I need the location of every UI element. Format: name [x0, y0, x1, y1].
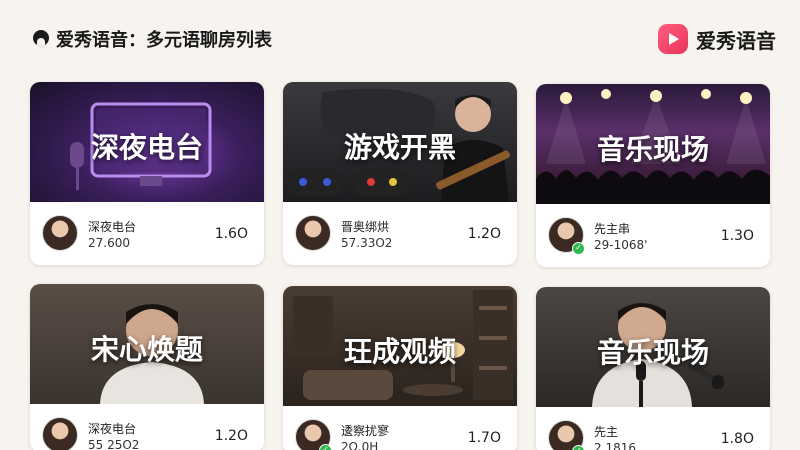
- room-info: ✓ 逶察扰寥 2Ω.0H 1.7O: [283, 406, 517, 450]
- room-info: 深夜电台 27.600 1.6O: [30, 202, 264, 265]
- room-heat: 1.6O: [214, 226, 248, 242]
- room-info: 晋奥绑烘 57.33O2 1.2O: [283, 202, 517, 265]
- page-title: 爱秀语音：多元语聊房列表: [56, 30, 272, 51]
- room-id: 29-1068': [594, 238, 648, 252]
- host-avatar: [295, 215, 331, 251]
- brand-logo[interactable]: 爱秀语音: [658, 22, 776, 56]
- room-cover-title: 游戏开黑: [343, 131, 456, 164]
- room-id: 2Ω.0H: [341, 440, 379, 450]
- room-heat: 1.2O: [214, 428, 248, 444]
- host-avatar: [42, 215, 78, 251]
- room-cover-title: 音乐现场: [596, 336, 709, 369]
- room-cover: 游戏开黑: [283, 82, 517, 202]
- host-name: 晋奥绑烘: [341, 220, 390, 234]
- room-cover-title: 音乐现场: [596, 133, 709, 166]
- room-id: 55 25O2: [88, 438, 140, 450]
- host-name: 深夜电台: [88, 220, 137, 234]
- room-heat: 1.3O: [720, 228, 754, 244]
- header: 爱秀语音：多元语聊房列表 爱秀语音: [0, 0, 800, 80]
- room-cover: 音乐现场: [536, 84, 770, 204]
- room-card[interactable]: 玨成观频 ✓ 逶察扰寥 2Ω.0H 1.7O: [283, 286, 517, 450]
- room-cover: 音乐现场: [536, 287, 770, 407]
- room-id: 2.1816: [594, 441, 636, 450]
- room-cover: 玨成观频: [283, 286, 517, 406]
- room-heat: 1.8O: [720, 431, 754, 447]
- room-card[interactable]: 音乐现场 ✓ 先主 2.1816 1.8O: [536, 287, 770, 450]
- play-logo-icon: [658, 24, 688, 54]
- room-cover-title: 玨成观频: [343, 335, 456, 368]
- room-cover-title: 宋心焕题: [90, 333, 203, 366]
- host-name: 先主串: [594, 222, 631, 236]
- room-cover: 深夜电台: [30, 82, 264, 202]
- room-id: 57.33O2: [341, 236, 393, 250]
- host-name: 深夜电台: [88, 422, 137, 436]
- room-heat: 1.7O: [467, 430, 501, 446]
- verified-icon: ✓: [572, 445, 585, 450]
- room-cover-title: 深夜电台: [90, 131, 203, 164]
- room-heat: 1.2O: [467, 226, 501, 242]
- room-info: ✓ 先主串 29-1068' 1.3O: [536, 204, 770, 267]
- room-info: 深夜电台 55 25O2 1.2O: [30, 404, 264, 450]
- room-cover: 宋心焕题: [30, 284, 264, 404]
- host-name: 先主: [594, 425, 619, 439]
- room-card[interactable]: 游戏开黑 晋奥绑烘 57.33O2 1.2O: [283, 82, 517, 265]
- brand-name: 爱秀语音: [696, 28, 776, 53]
- room-id: 27.600: [88, 236, 130, 250]
- room-card[interactable]: 宋心焕题 深夜电台 55 25O2 1.2O: [30, 284, 264, 450]
- chat-bubble-icon: [33, 30, 49, 46]
- host-avatar: [42, 417, 78, 450]
- room-card[interactable]: 音乐现场 ✓ 先主串 29-1068' 1.3O: [536, 84, 770, 267]
- room-info: ✓ 先主 2.1816 1.8O: [536, 407, 770, 450]
- verified-icon: ✓: [319, 444, 332, 450]
- host-name: 逶察扰寥: [341, 424, 390, 438]
- room-card[interactable]: 深夜电台 深夜电台 27.600 1.6O: [30, 82, 264, 265]
- verified-icon: ✓: [572, 242, 585, 255]
